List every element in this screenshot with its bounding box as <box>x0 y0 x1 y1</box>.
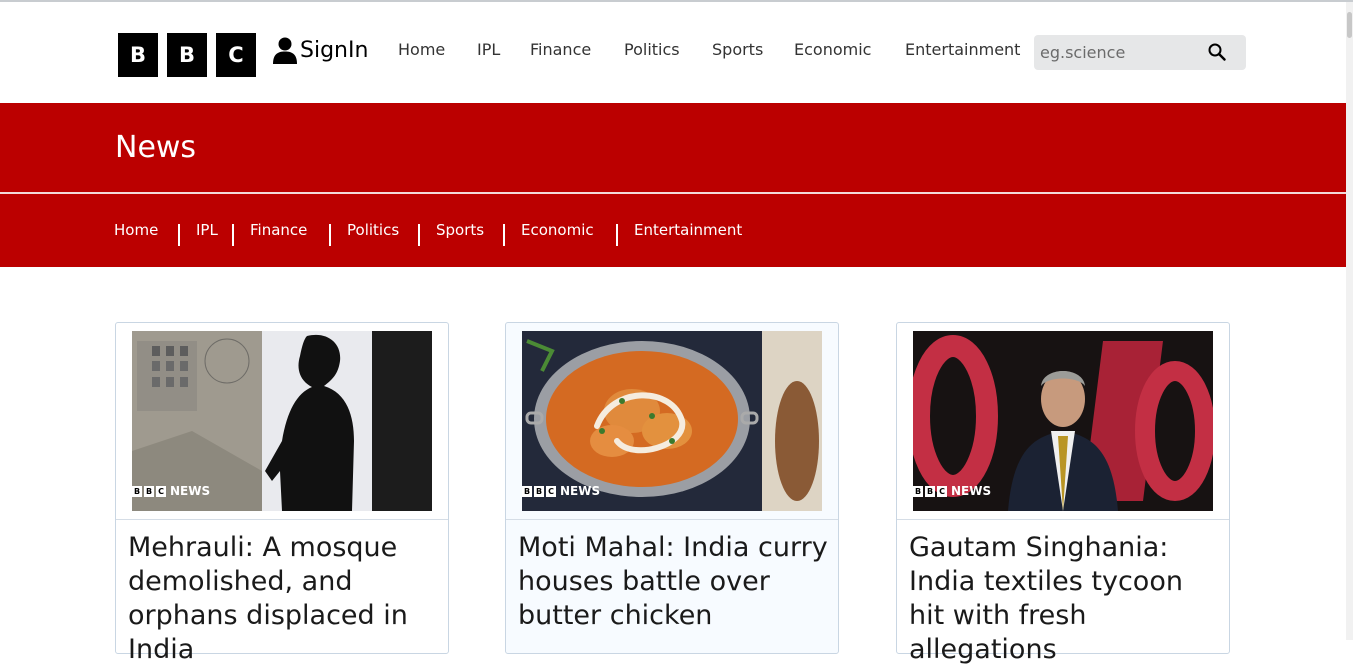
card-image: B B C NEWS <box>913 331 1213 511</box>
section-nav-entertainment[interactable]: Entertainment <box>634 221 742 239</box>
nav-separator <box>418 224 420 246</box>
search-box <box>1034 35 1246 70</box>
search-input[interactable] <box>1034 42 1202 63</box>
bbc-news-badge: B B C NEWS <box>132 484 211 498</box>
logo-letter: C <box>216 33 256 77</box>
card-divider <box>506 519 838 520</box>
nav-separator <box>329 224 331 246</box>
section-banner: News <box>0 103 1346 192</box>
logo-letter: B <box>118 33 158 77</box>
top-nav-sports[interactable]: Sports <box>712 40 763 59</box>
news-card[interactable]: B B C NEWS Gautam Singhania: India texti… <box>896 322 1230 665</box>
site-header: B B C SignIn Home IPL Finance Politics S… <box>0 2 1346 103</box>
page-scrollbar[interactable] <box>1346 2 1353 640</box>
card-headline[interactable]: Gautam Singhania: India textiles tycoon … <box>909 531 1221 667</box>
bbc-news-badge: B B C NEWS <box>522 484 601 498</box>
section-title: News <box>115 130 197 165</box>
section-nav: Home IPL Finance Politics Sports Economi… <box>0 194 1346 267</box>
top-nav-politics[interactable]: Politics <box>624 40 680 59</box>
top-nav-ipl[interactable]: IPL <box>477 40 500 59</box>
signin-label: SignIn <box>300 37 369 63</box>
search-icon[interactable] <box>1208 43 1226 61</box>
nav-separator <box>178 224 180 246</box>
user-icon <box>273 37 297 64</box>
top-nav-economic[interactable]: Economic <box>794 40 871 59</box>
section-nav-finance[interactable]: Finance <box>250 221 307 239</box>
section-nav-ipl[interactable]: IPL <box>196 221 218 239</box>
bbc-news-badge: B B C NEWS <box>913 484 992 498</box>
nav-separator <box>503 224 505 246</box>
card-image: B B C NEWS <box>522 331 822 511</box>
card-divider <box>116 519 448 520</box>
scrollbar-thumb[interactable] <box>1347 12 1352 38</box>
section-nav-sports[interactable]: Sports <box>436 221 484 239</box>
section-nav-economic[interactable]: Economic <box>521 221 594 239</box>
card-divider <box>897 519 1229 520</box>
card-image: B B C NEWS <box>132 331 432 511</box>
card-headline[interactable]: Mehrauli: A mosque demolished, and orpha… <box>128 531 440 667</box>
signin-link[interactable]: SignIn <box>272 36 368 64</box>
top-nav-home[interactable]: Home <box>398 40 445 59</box>
bbc-logo[interactable]: B B C <box>118 33 256 77</box>
news-card[interactable]: B B C NEWS Moti Mahal: India curry house… <box>505 322 839 654</box>
section-nav-politics[interactable]: Politics <box>347 221 399 239</box>
section-nav-home[interactable]: Home <box>114 221 158 239</box>
card-headline[interactable]: Moti Mahal: India curry houses battle ov… <box>518 531 830 633</box>
logo-letter: B <box>167 33 207 77</box>
top-nav-finance[interactable]: Finance <box>530 40 591 59</box>
nav-separator <box>616 224 618 246</box>
news-card[interactable]: B B C NEWS Mehrauli: A mosque demolished… <box>115 322 449 665</box>
top-nav-entertainment[interactable]: Entertainment <box>905 40 1020 59</box>
nav-separator <box>232 224 234 246</box>
